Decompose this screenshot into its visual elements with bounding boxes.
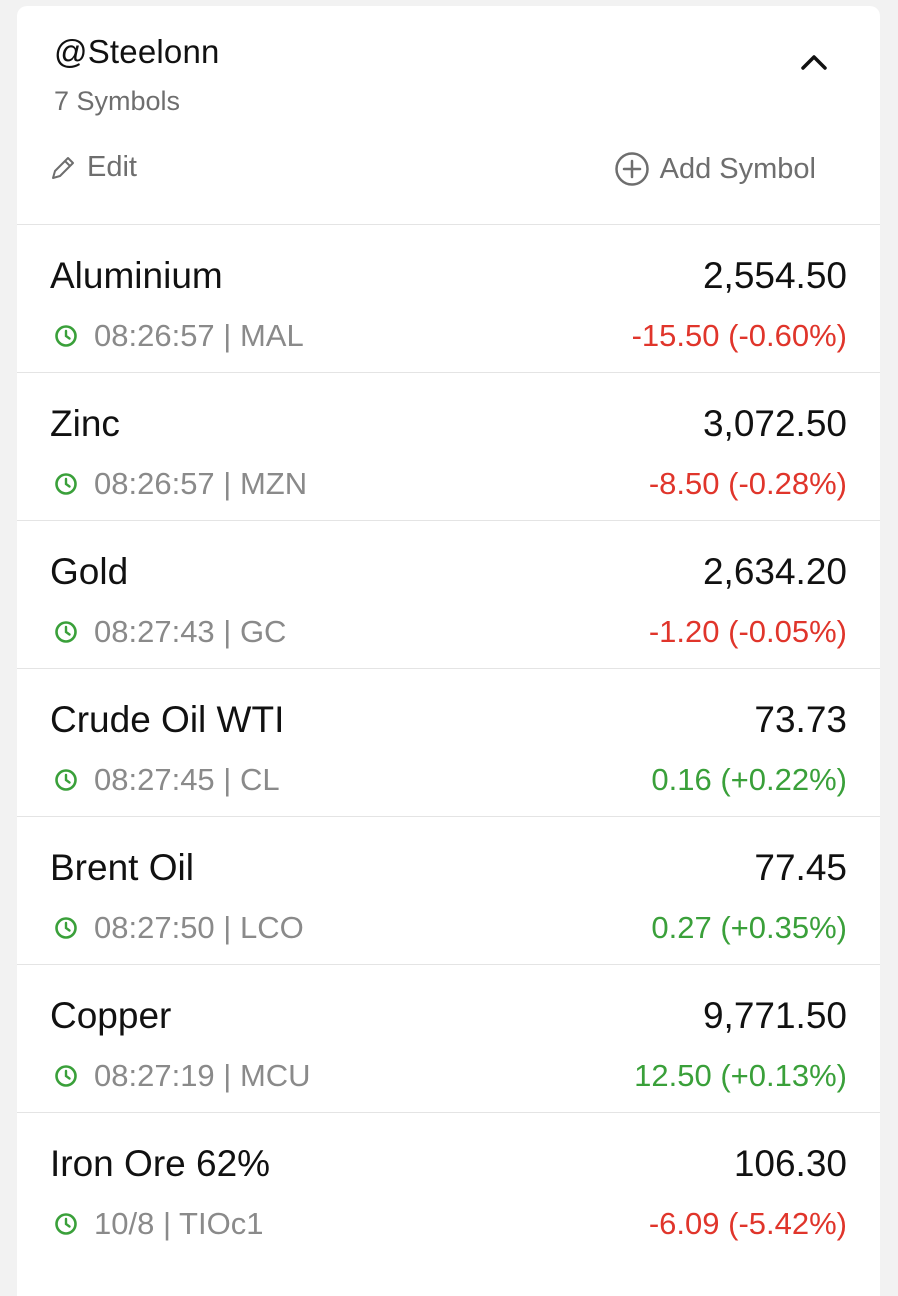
symbol-price: 3,072.50 (702, 403, 847, 444)
symbol-row-gold[interactable]: Gold 2,634.20 08:27:43 | GC -1.20 (-0.05… (17, 521, 880, 669)
symbol-meta: 08:27:43 | GC (54, 614, 286, 650)
symbol-name: Aluminium (50, 255, 223, 296)
add-symbol-label: Add Symbol (659, 152, 816, 185)
symbol-change: -1.20 (-0.05%) (648, 614, 847, 649)
symbol-row-brent-oil[interactable]: Brent Oil 77.45 08:27:50 | LCO 0.27 (+0.… (17, 817, 880, 965)
symbol-name: Zinc (50, 403, 120, 444)
symbol-change: 0.16 (+0.22%) (651, 762, 847, 797)
symbol-price: 77.45 (754, 847, 847, 888)
symbol-row-copper[interactable]: Copper 9,771.50 08:27:19 | MCU 12.50 (+0… (17, 965, 880, 1113)
symbol-time-ticker: 08:27:50 | LCO (94, 910, 304, 945)
pencil-icon (52, 156, 74, 179)
symbol-time-ticker: 08:26:57 | MAL (94, 318, 304, 353)
symbol-time-ticker: 10/8 | TIOc1 (94, 1206, 264, 1241)
clock-icon (55, 1213, 77, 1235)
symbol-meta: 08:27:50 | LCO (54, 910, 304, 946)
add-symbol-button[interactable]: Add Symbol (614, 151, 816, 187)
watchlist-card: @Steelonn 7 Symbols Edit Add Symbol Alum… (17, 6, 880, 1296)
edit-label: Edit (87, 151, 137, 183)
symbol-row-zinc[interactable]: Zinc 3,072.50 08:26:57 | MZN -8.50 (-0.2… (17, 373, 880, 521)
clock-icon (55, 917, 77, 939)
symbol-time-ticker: 08:26:57 | MZN (94, 466, 308, 501)
symbol-price: 9,771.50 (702, 995, 847, 1036)
symbol-name: Crude Oil WTI (50, 699, 285, 740)
symbol-price: 106.30 (733, 1143, 847, 1184)
watchlist-header: @Steelonn 7 Symbols Edit Add Symbol (17, 6, 880, 225)
symbol-row-crude-oil-wti[interactable]: Crude Oil WTI 73.73 08:27:45 | CL 0.16 (… (17, 669, 880, 817)
symbol-row-aluminium[interactable]: Aluminium 2,554.50 08:26:57 | MAL -15.50… (17, 225, 880, 373)
symbol-meta: 08:27:45 | CL (54, 762, 280, 798)
symbol-meta: 08:26:57 | MZN (54, 466, 307, 502)
symbol-meta: 08:26:57 | MAL (54, 318, 304, 354)
symbol-list: Aluminium 2,554.50 08:26:57 | MAL -15.50… (17, 225, 880, 1260)
collapse-button[interactable] (796, 44, 832, 80)
symbol-change: -8.50 (-0.28%) (648, 466, 847, 501)
symbol-name: Iron Ore 62% (50, 1143, 271, 1184)
clock-icon (55, 325, 77, 347)
symbol-meta: 10/8 | TIOc1 (54, 1206, 263, 1242)
symbol-time-ticker: 08:27:19 | MCU (94, 1058, 311, 1093)
chevron-up-icon (801, 55, 827, 70)
symbol-meta: 08:27:19 | MCU (54, 1058, 311, 1094)
symbol-count: 7 Symbols (54, 86, 181, 116)
clock-icon (55, 769, 77, 791)
clock-icon (55, 1065, 77, 1087)
symbol-time-ticker: 08:27:45 | CL (94, 762, 280, 797)
symbol-change: 12.50 (+0.13%) (634, 1058, 847, 1093)
symbol-price: 2,634.20 (702, 551, 847, 592)
symbol-change: -6.09 (-5.42%) (648, 1206, 847, 1241)
symbol-name: Gold (50, 551, 129, 592)
symbol-price: 2,554.50 (702, 255, 847, 296)
symbol-time-ticker: 08:27:43 | GC (94, 614, 287, 649)
symbol-change: 0.27 (+0.35%) (651, 910, 847, 945)
symbol-name: Copper (50, 995, 172, 1036)
clock-icon (55, 621, 77, 643)
watchlist-title: @Steelonn (54, 33, 220, 70)
symbol-row-iron-ore[interactable]: Iron Ore 62% 106.30 10/8 | TIOc1 -6.09 (… (17, 1113, 880, 1260)
clock-icon (55, 473, 77, 495)
symbol-name: Brent Oil (50, 847, 194, 888)
plus-circle-icon (614, 152, 649, 186)
edit-button[interactable]: Edit (49, 151, 137, 184)
symbol-price: 73.73 (754, 699, 847, 740)
symbol-change: -15.50 (-0.60%) (631, 318, 847, 353)
